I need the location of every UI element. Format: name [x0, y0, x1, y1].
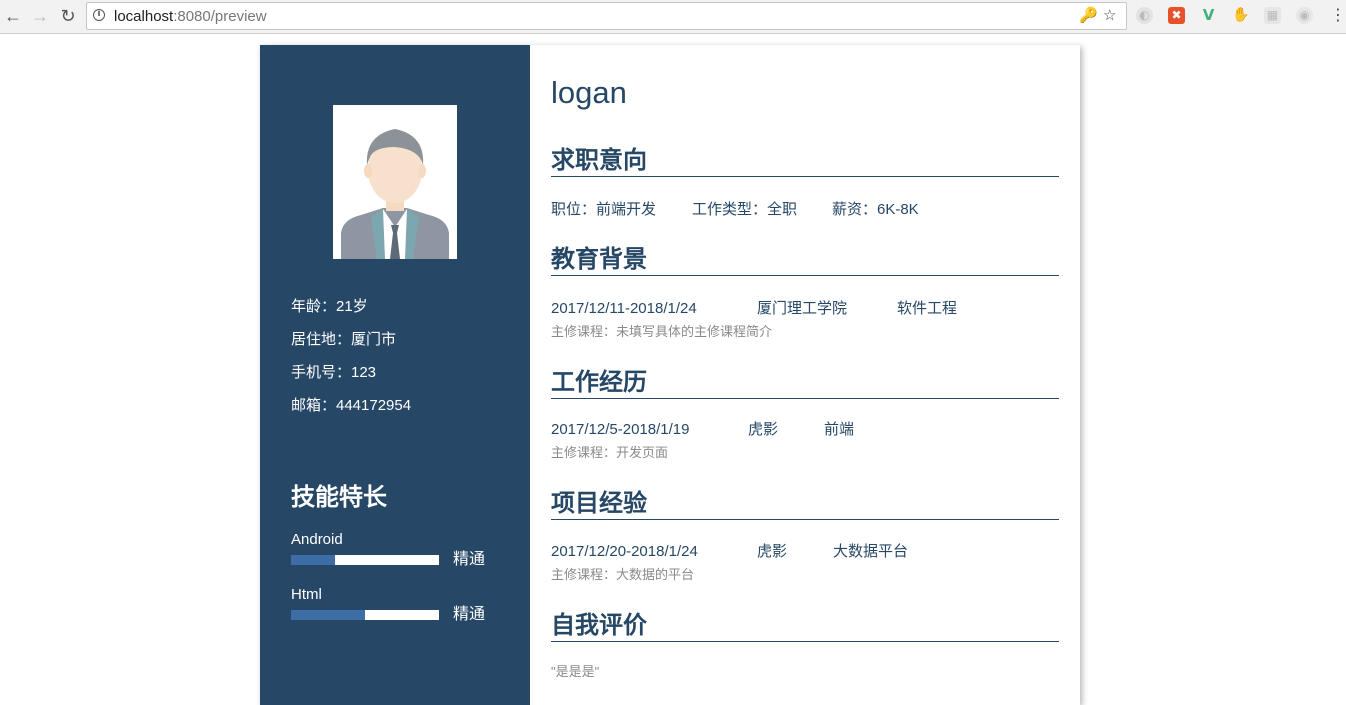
- menu-icon[interactable]: ⋮: [1330, 6, 1346, 26]
- education-date: 2017/12/11-2018/1/24: [551, 300, 697, 317]
- section-title-job-intention: 求职意向: [551, 145, 1059, 177]
- personal-info: 年龄：21岁 居住地：厦门市 手机号：123 邮箱：444172954: [291, 295, 411, 427]
- section-title-self-evaluation: 自我评价: [551, 610, 1059, 642]
- extension-icon[interactable]: ◐: [1136, 7, 1153, 24]
- education-major: 软件工程: [897, 300, 958, 317]
- skill-progress-bar: [291, 610, 439, 620]
- back-icon[interactable]: ←: [2, 5, 24, 27]
- section-title-work: 工作经历: [551, 367, 1059, 399]
- skill-level: 精通: [453, 551, 486, 568]
- project-detail: 主修课程：大数据的平台: [551, 567, 695, 582]
- work-date: 2017/12/5-2018/1/19: [551, 421, 690, 438]
- key-icon[interactable]: 🔑: [1079, 7, 1098, 25]
- forward-icon[interactable]: →: [29, 5, 51, 27]
- work-company: 虎影: [748, 421, 779, 438]
- resume-page: 年龄：21岁 居住地：厦门市 手机号：123 邮箱：444172954 技能特长…: [260, 45, 1080, 705]
- skill-name: Html: [291, 586, 322, 603]
- avatar: [333, 105, 457, 259]
- star-icon[interactable]: ☆: [1103, 7, 1116, 25]
- reload-icon[interactable]: ↻: [57, 5, 79, 27]
- residence-text: 居住地：厦门市: [291, 331, 397, 348]
- skills-title: 技能特长: [291, 484, 387, 511]
- address-bar[interactable]: i localhost:8080/preview 🔑 ☆: [86, 2, 1127, 30]
- vue-devtools-icon[interactable]: V: [1200, 7, 1217, 24]
- phone-text: 手机号：123: [291, 364, 377, 381]
- section-title-project: 项目经验: [551, 488, 1059, 520]
- skill-progress-fill: [291, 555, 336, 565]
- job-position: 职位：前端开发: [551, 201, 657, 218]
- url-text[interactable]: localhost:8080/preview: [114, 8, 267, 25]
- education-row: 2017/12/11-2018/1/24 厦门理工学院 软件工程: [551, 300, 957, 318]
- age-text: 年龄：21岁: [291, 298, 368, 315]
- job-type: 工作类型：全职: [692, 201, 798, 218]
- work-role: 前端: [824, 421, 855, 438]
- skill-item: Android 精通: [291, 531, 521, 568]
- job-intention-row: 职位：前端开发 工作类型：全职 薪资：6K-8K: [551, 201, 919, 219]
- extension-icon[interactable]: ◉: [1296, 7, 1313, 24]
- project-name: 大数据平台: [833, 543, 909, 560]
- skill-level: 精通: [453, 606, 486, 623]
- candidate-name: logan: [551, 75, 627, 110]
- project-company: 虎影: [757, 543, 788, 560]
- skill-name: Android: [291, 531, 343, 548]
- extension-icon[interactable]: ▦: [1264, 7, 1281, 24]
- work-detail: 主修课程：开发页面: [551, 445, 669, 460]
- extension-icon[interactable]: ✋: [1232, 7, 1249, 24]
- extension-icon[interactable]: ✖: [1168, 7, 1185, 24]
- education-school: 厦门理工学院: [757, 300, 848, 317]
- url-path: :8080/preview: [173, 8, 267, 25]
- skill-progress-fill: [291, 610, 365, 620]
- url-host: localhost: [114, 8, 174, 25]
- self-evaluation-text: "是是是": [551, 664, 600, 679]
- project-date: 2017/12/20-2018/1/24: [551, 543, 698, 560]
- resume-sidebar: 年龄：21岁 居住地：厦门市 手机号：123 邮箱：444172954 技能特长…: [260, 45, 530, 705]
- browser-toolbar: ← → ↻ i localhost:8080/preview 🔑 ☆ ◐ ✖ V…: [0, 0, 1346, 34]
- work-row: 2017/12/5-2018/1/19 虎影 前端: [551, 421, 854, 439]
- education-detail: 主修课程：未填写具体的主修课程简介: [551, 324, 773, 339]
- email-text: 邮箱：444172954: [291, 397, 412, 414]
- info-icon[interactable]: i: [93, 9, 105, 21]
- job-salary: 薪资：6K-8K: [832, 201, 919, 218]
- skill-item: Html 精通: [291, 586, 521, 623]
- project-row: 2017/12/20-2018/1/24 虎影 大数据平台: [551, 543, 908, 561]
- avatar-icon: [341, 129, 449, 259]
- section-title-education: 教育背景: [551, 244, 1059, 276]
- skill-progress-bar: [291, 555, 439, 565]
